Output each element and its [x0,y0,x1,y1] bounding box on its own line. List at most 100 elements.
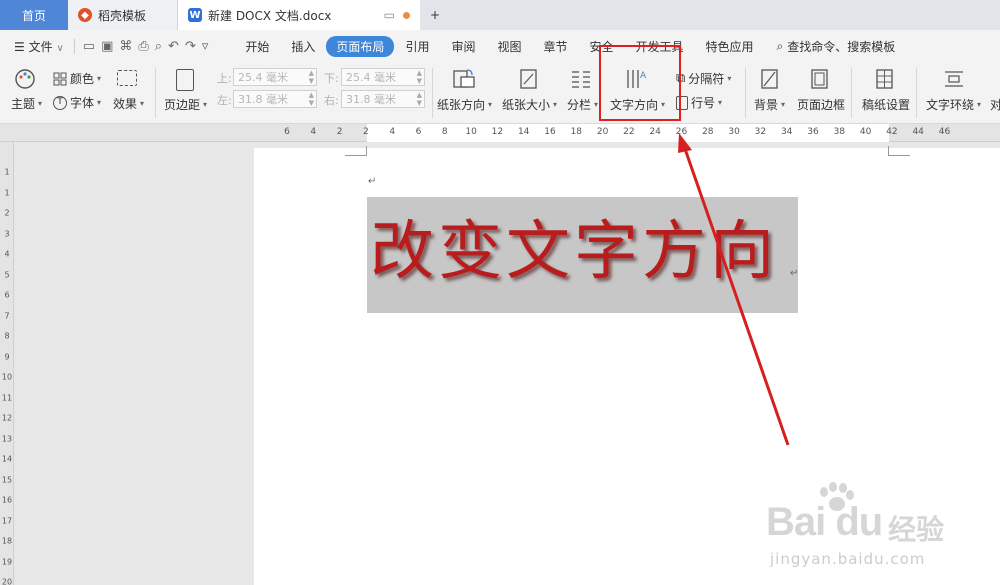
font-label: 字体 [70,96,95,110]
margin-corner-mark-left [345,146,367,156]
effect-icon[interactable] [117,70,137,86]
color-label: 颜色 [70,72,95,86]
ribbon-tab-0[interactable]: 开始 [234,38,280,55]
format-painter-icon[interactable]: ⌘ [119,39,132,54]
columns-button[interactable]: 分栏 ▾ [567,96,598,113]
line-numbers-button[interactable]: 行号 ▾ [676,94,722,111]
ribbon-tab-9[interactable]: 特色应用 [695,38,765,55]
orientation-icon[interactable] [452,68,476,90]
vruler-tick-label: 8 [4,331,10,341]
redo-icon[interactable]: ↷ [185,39,196,54]
top-margin-value: 25.4 毫米 [238,71,288,84]
open-folder-icon[interactable]: ▭ [83,39,95,54]
top-margin-label: 上: [217,72,232,85]
vruler-tick-label: 16 [1,495,13,505]
background-button[interactable]: 背景 ▾ [754,96,785,113]
print-preview-icon[interactable]: ⌕ [155,39,162,54]
ribbon-tab-5[interactable]: 视图 [486,38,532,55]
ribbon-tab-3[interactable]: 引用 [394,38,440,55]
ribbon-page-layout: 主题 ▾ 颜色 ▾ T 字体 ▾ 效果 ▾ 页边距 ▾ 上: 25.4 毫米 ▲ ▼ 下: 2… [0,62,1000,124]
tab-document[interactable]: W 新建 DOCX 文档.docx ▭ [178,0,420,30]
ruler-tick-label: 34 [780,127,793,137]
paragraph-mark: ↵ [368,176,377,187]
align-button[interactable]: 对 [990,96,1000,113]
ribbon-tabs: 开始 插入 页面布局 引用 审阅 视图 章节 安全 开发工具 特色应用 [234,35,765,57]
vertical-ruler[interactable]: 1 1 2 3 4 5 6 7 8 9 10 11 12 13 14 15 16 17 18 19 20 [0,142,14,585]
tab-templates[interactable]: ◆ 稻壳模板 [68,0,178,30]
color-grid-icon [53,72,67,85]
heading-text[interactable]: 改变文字方向 [370,212,778,292]
margins-button[interactable]: 页边距 ▾ [164,96,207,113]
ruler-tick-label: 6 [284,127,290,137]
text-wrap-label: 文字环绕 [926,98,975,112]
columns-icon[interactable] [570,68,592,90]
vruler-tick-label: 10 [1,372,13,382]
background-icon[interactable] [760,68,780,90]
vruler-tick-label: 11 [1,393,13,402]
margins-icon[interactable] [176,69,194,91]
color-button[interactable]: 颜色 ▾ [53,70,101,87]
bottom-margin-value: 25.4 毫米 [346,71,396,84]
margins-label: 页边距 [164,98,201,112]
right-margin-input[interactable]: 31.8 毫米 ▲ ▼ [341,90,425,108]
top-margin-input[interactable]: 25.4 毫米 ▲ ▼ [233,68,317,86]
command-search-label: 查找命令、搜索模板 [787,39,896,54]
font-button[interactable]: T 字体 ▾ [53,94,101,111]
vruler-tick-label: 3 [4,229,10,238]
tab-home[interactable]: 首页 [0,0,68,30]
vruler-tick-label: 17 [1,516,13,525]
save-icon[interactable]: ▣ [101,39,113,54]
ruler-tick-label: 22 [623,127,635,137]
theme-button[interactable]: 主题 ▾ [11,95,42,112]
manuscript-label: 稿纸设置 [862,98,911,112]
file-menu[interactable]: ☰ 文件 ∨ [0,38,72,55]
paper-size-button[interactable]: 纸张大小 ▾ [502,96,557,113]
vruler-tick-label: 4 [4,249,10,259]
undo-icon[interactable]: ↶ [168,39,179,54]
text-wrap-icon[interactable] [943,68,965,90]
ruler-tick-label: 4 [310,127,317,137]
horizontal-ruler[interactable]: 6 4 2 2 4 6 8 10 12 14 16 18 20 22 24 26 28 30 32 34 36 38 40 4… [0,124,1000,142]
ruler-tick-label: 4 [389,127,396,137]
left-margin-input[interactable]: 31.8 毫米 ▲ ▼ [233,90,317,108]
effect-button[interactable]: 效果 ▾ [113,95,144,112]
vruler-tick-label: 18 [1,536,13,546]
watermark-url-text: jingyan.baidu.com [770,550,926,568]
page-border-button[interactable]: 页面边框 [797,96,845,113]
vruler-tick-label: 5 [4,270,10,279]
ruler-tick-label: 32 [754,127,767,137]
align-label: 对 [990,98,1000,112]
ribbon-tab-2[interactable]: 页面布局 [326,35,395,57]
command-search[interactable]: ⌕ 查找命令、搜索模板 [777,38,896,55]
page-border-icon[interactable] [810,68,830,90]
menu-bar: ☰ 文件 ∨ ▭ ▣ ⌘ ⎙ ⌕ ↶ ↷ ▿ 开始 插入 页面布局 引用 审阅 视图 章节安… [0,30,1000,62]
ruler-tick-label: 26 [675,127,688,137]
ribbon-tab-6[interactable]: 章节 [532,38,578,55]
customize-dropdown-icon[interactable]: ▿ [202,39,209,54]
manuscript-button[interactable]: 稿纸设置 [862,96,910,113]
print-icon[interactable]: ⎙ [138,39,148,54]
tab-document-label: 新建 DOCX 文档.docx [208,8,332,23]
ruler-tick-label: 30 [728,127,740,137]
monitor-icon[interactable]: ▭ [384,8,395,22]
bottom-margin-label: 下: [324,72,339,85]
bottom-margin-input[interactable]: 25.4 毫米 ▲ ▼ [341,68,425,86]
manuscript-icon[interactable] [875,68,895,90]
new-tab-button[interactable]: + [420,0,450,30]
ribbon-tab-4[interactable]: 审阅 [440,38,486,55]
separator-button[interactable]: ⧉ 分隔符 ▾ [676,70,731,87]
ruler-tick-label: 12 [491,127,504,137]
orientation-button[interactable]: 纸张方向 ▾ [437,96,492,113]
text-wrap-button[interactable]: 文字环绕 ▾ [926,96,981,113]
paper-size-icon[interactable] [519,68,539,90]
paper-size-label: 纸张大小 [502,98,551,112]
vruler-tick-label: 9 [4,352,10,361]
ruler-tick-label: 42 [886,127,898,137]
vruler-tick-label: 2 [4,208,10,218]
ribbon-tab-1[interactable]: 插入 [280,38,326,55]
font-t-icon: T [53,95,67,110]
ruler-tick-label: 24 [649,127,661,137]
ruler-tick-label: 16 [544,127,556,137]
theme-icon[interactable] [14,68,36,90]
baidu-watermark: Bai du 经验 jingyan.baidu.com [758,478,958,578]
